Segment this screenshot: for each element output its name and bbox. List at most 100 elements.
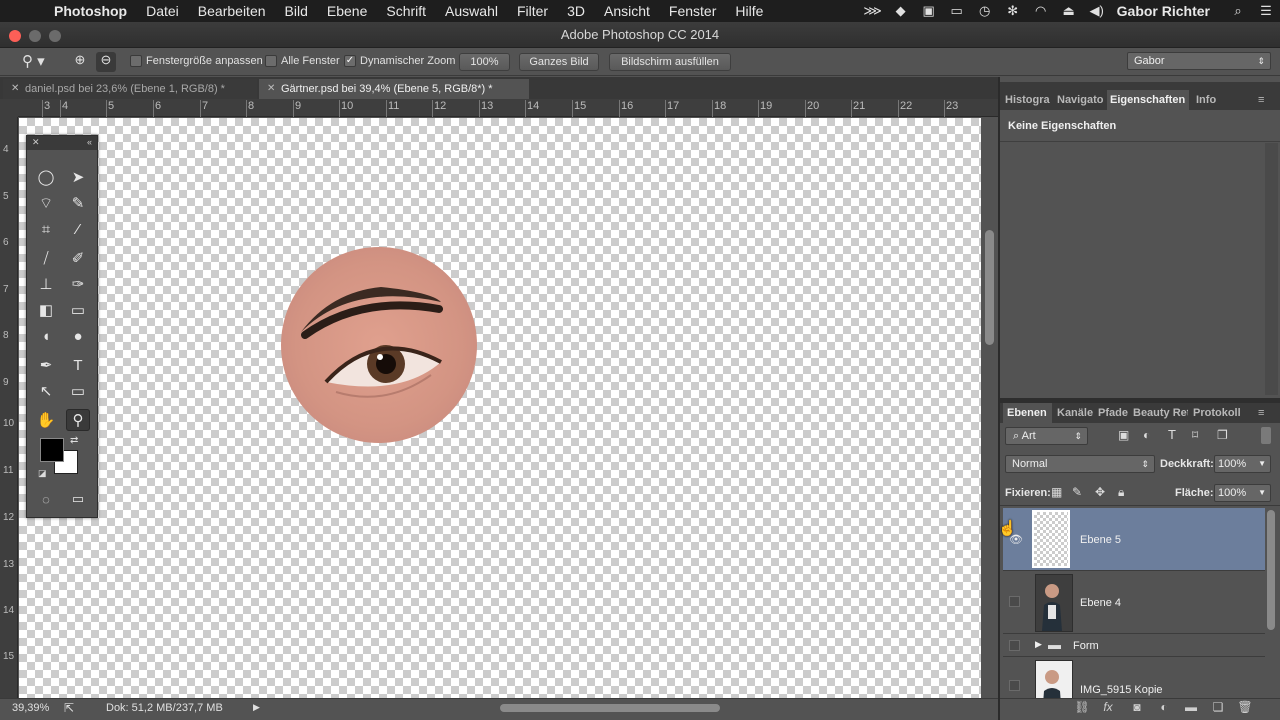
new-group-icon[interactable]: ▬ [1182,700,1200,714]
workspace-select[interactable]: Gabor ⇕ [1127,52,1271,70]
menu-schrift[interactable]: Schrift [386,3,426,19]
ruler-vertical[interactable]: 4 5 6 7 8 9 10 11 12 13 14 15 [0,117,18,698]
tab-properties[interactable]: Eigenschaften [1107,90,1189,110]
close-tab-icon[interactable]: ✕ [11,79,19,99]
layer-row-ebene-5[interactable]: 👁︎ Ebene 5 [1003,508,1265,571]
bell-icon[interactable]: ◆ [887,3,915,19]
menu-datei[interactable]: Datei [146,3,179,19]
layer-name[interactable]: IMG_5915 Kopie [1080,684,1163,696]
resize-windows-checkbox[interactable] [130,55,142,67]
lock-transparent-pixels-icon[interactable]: ▦ [1051,485,1062,499]
filter-type-layers-icon[interactable]: T [1168,427,1176,442]
tab-beauty-retouch[interactable]: Beauty Ret [1133,403,1188,423]
chevron-down-icon[interactable]: ▼ [1258,456,1266,472]
zoom-tool-preset-icon[interactable]: ⚲ ▾ [22,52,45,70]
pen-tool-icon[interactable]: ✒ [34,354,58,376]
lock-position-icon[interactable]: ✥ [1095,485,1105,499]
camera-icon[interactable]: ▣ [915,3,943,19]
collapse-panel-icon[interactable]: « [87,137,92,147]
fill-screen-button[interactable]: Bildschirm ausfüllen [609,53,731,71]
zoom-level[interactable]: 39,39% [12,702,49,714]
airplay-icon[interactable]: ▭ [943,3,971,19]
expand-group-icon[interactable]: ▶ [1035,639,1042,650]
tools-panel-header[interactable]: ✕ « [27,136,97,150]
dodge-tool-icon[interactable]: ● [66,325,90,347]
tab-daniel[interactable]: ✕ daniel.psd bei 23,6% (Ebene 1, RGB/8) … [3,79,257,99]
visibility-toggle[interactable] [1009,640,1020,651]
blend-mode-select[interactable]: Normal ⇕ [1005,455,1155,473]
tab-gaertner[interactable]: ✕ Gärtner.psd bei 39,4% (Ebene 5, RGB/8*… [259,79,529,99]
filter-pixel-layers-icon[interactable]: ▣ [1118,428,1129,442]
panel-menu-icon[interactable]: ≡ [1258,90,1276,110]
layer-name[interactable]: Form [1073,640,1099,652]
filter-shape-layers-icon[interactable]: ⌑ [1192,428,1198,442]
canvas-vertical-scrollbar[interactable] [982,118,998,698]
close-window-icon[interactable] [9,30,21,42]
eject-icon[interactable]: ⏏ [1055,3,1083,19]
filter-toggle-switch[interactable] [1261,427,1271,444]
fit-screen-button[interactable]: Ganzes Bild [519,53,599,71]
visibility-toggle[interactable] [1009,680,1020,691]
layer-row-img-5915-kopie[interactable]: IMG_5915 Kopie [1003,658,1265,698]
time-machine-icon[interactable]: ◷ [971,3,999,19]
screen-mode-icon[interactable]: ▭ [66,488,90,510]
menu-fenster[interactable]: Fenster [669,3,716,19]
quick-mask-icon[interactable]: ◌ [34,488,58,510]
zoom-100-button[interactable]: 100% [459,53,510,71]
adjustment-layer-icon[interactable]: ◐ [1155,700,1173,714]
elliptical-marquee-tool-icon[interactable]: ◯ [34,166,58,188]
notification-center-icon[interactable]: ☰ [1252,3,1280,19]
layer-group-form[interactable]: ▶ ▬ Form [1003,635,1265,657]
zoom-in-icon[interactable]: ⊕ [70,52,90,72]
gradient-tool-icon[interactable]: ▭ [66,299,90,321]
tab-channels[interactable]: Kanäle [1057,403,1094,423]
link-layers-icon[interactable]: ⛓︎ [1073,700,1091,714]
add-mask-icon[interactable]: ◙ [1128,700,1146,714]
menu-filter[interactable]: Filter [517,3,548,19]
menu-hilfe[interactable]: Hilfe [735,3,763,19]
menu-ebene[interactable]: Ebene [327,3,367,19]
type-tool-icon[interactable]: T [66,354,90,376]
fill-input[interactable]: 100% ▼ [1214,484,1271,502]
layer-filter-select[interactable]: ⌕ Art ⇕ [1005,427,1088,445]
menu-bild[interactable]: Bild [285,3,308,19]
vertical-scroll-thumb[interactable] [985,230,994,345]
delete-layer-icon[interactable]: 🗑︎ [1236,700,1254,714]
zoom-tool-icon[interactable]: ⚲ [66,409,90,431]
tab-navigator[interactable]: Navigato [1057,90,1105,110]
minimize-window-icon[interactable] [29,30,41,42]
ruler-corner[interactable] [0,99,18,117]
lock-all-icon[interactable]: 🔒︎ [1118,485,1124,500]
user-name[interactable]: Gabor Richter [1117,3,1210,19]
tab-history[interactable]: Protokoll [1193,403,1243,423]
lock-image-pixels-icon[interactable]: ✎ [1072,485,1082,499]
foreground-color-swatch[interactable] [40,438,64,462]
healing-brush-tool-icon[interactable]: ⧸ [34,247,58,269]
wifi-icon[interactable]: ◠ [1027,3,1055,19]
default-colors-icon[interactable]: ◪ [38,468,47,479]
layer-row-ebene-4[interactable]: Ebene 4 [1003,572,1265,634]
visibility-toggle[interactable] [1009,596,1020,607]
tab-paths[interactable]: Pfade [1098,403,1130,423]
all-windows-checkbox[interactable] [265,55,277,67]
clone-stamp-tool-icon[interactable]: ⊥ [34,273,58,295]
eraser-tool-icon[interactable]: ◧ [34,299,58,321]
eyedropper-tool-icon[interactable]: ⁄ [66,218,90,240]
crop-tool-icon[interactable]: ⌗ [34,218,58,240]
tab-histogram[interactable]: Histogra [1005,90,1053,110]
brush-tool-icon[interactable]: ✐ [66,247,90,269]
launcher-icon[interactable]: ⋙ [859,3,887,19]
layer-effects-icon[interactable]: fx [1099,700,1117,714]
tab-info[interactable]: Info [1196,90,1226,110]
document-canvas[interactable] [19,118,981,698]
new-layer-icon[interactable]: ❏ [1209,700,1227,714]
menu-ansicht[interactable]: Ansicht [604,3,650,19]
share-icon[interactable]: ⇱ [64,701,74,715]
panel-menu-icon[interactable]: ≡ [1258,403,1276,423]
status-menu-arrow-icon[interactable]: ▶ [253,702,260,713]
move-tool-icon[interactable]: ➤ [66,166,90,188]
filter-adjustment-layers-icon[interactable]: ◐ [1143,428,1150,442]
chevron-down-icon[interactable]: ▼ [1258,485,1266,501]
scrubby-zoom-checkbox[interactable]: ✓ [344,55,356,67]
dock-grip[interactable] [1000,82,1280,90]
